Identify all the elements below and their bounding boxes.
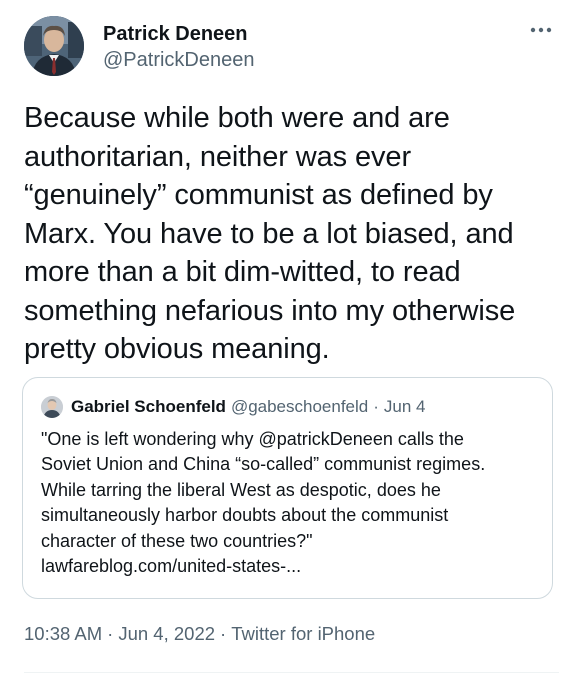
quoted-tweet-header: Gabriel Schoenfeld @gabeschoenfeld · Jun…: [41, 396, 426, 418]
avatar[interactable]: [24, 16, 84, 76]
tweet-meta: 10:38 AM · Jun 4, 2022 · Twitter for iPhone: [24, 623, 375, 645]
tweet-date[interactable]: Jun 4, 2022: [118, 623, 215, 644]
more-horizontal-icon[interactable]: [527, 20, 555, 40]
quoted-separator: ·: [373, 397, 379, 416]
author-handle[interactable]: @PatrickDeneen: [103, 47, 254, 73]
quoted-tweet-text: "One is left wondering why @patrickDenee…: [41, 427, 541, 579]
quoted-link[interactable]: lawfareblog.com/united-states-...: [41, 556, 301, 576]
quoted-avatar: [41, 396, 63, 418]
quoted-date: Jun 4: [383, 397, 426, 416]
meta-separator: ·: [220, 623, 227, 644]
quoted-tweet-body: "One is left wondering why @patrickDenee…: [41, 429, 486, 551]
author-display-name[interactable]: Patrick Deneen: [103, 22, 254, 46]
quoted-display-name: Gabriel Schoenfeld: [71, 397, 226, 416]
meta-separator: ·: [107, 623, 114, 644]
tweet-text: Because while both were and are authorit…: [24, 102, 516, 365]
tweet: Patrick Deneen @PatrickDeneen Because wh…: [0, 0, 577, 680]
author-names: Patrick Deneen @PatrickDeneen: [103, 22, 254, 73]
tweet-time[interactable]: 10:38 AM: [24, 623, 102, 644]
divider: [24, 672, 559, 673]
quoted-tweet[interactable]: Gabriel Schoenfeld @gabeschoenfeld · Jun…: [22, 377, 553, 599]
tweet-source[interactable]: Twitter for iPhone: [231, 623, 375, 644]
tweet-header: Patrick Deneen @PatrickDeneen: [24, 16, 559, 80]
quoted-handle: @gabeschoenfeld: [230, 397, 369, 416]
